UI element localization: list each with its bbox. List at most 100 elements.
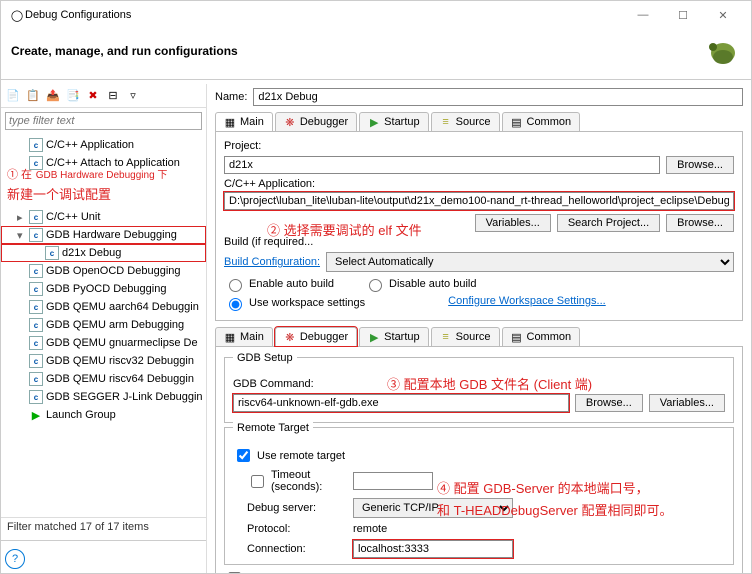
tree-item[interactable]: cGDB SEGGER J-Link Debuggin (1, 388, 206, 406)
tree-item-label: GDB QEMU riscv32 Debuggin (46, 355, 194, 367)
titlebar: ◯ Debug Configurations — ☐ ✕ (1, 1, 751, 29)
tree-item[interactable]: cC/C++ Application (1, 136, 206, 154)
tab-icon: ▤ (511, 116, 523, 128)
c-config-icon: c (45, 246, 59, 260)
enable-auto-radio[interactable]: Enable auto build (224, 276, 334, 292)
tree-item[interactable]: cGDB OpenOCD Debugging (1, 262, 206, 280)
tree-item-label: C/C++ Attach to Application (46, 157, 180, 169)
protocol-value: remote (353, 523, 725, 535)
app-browse-button[interactable]: Browse... (666, 214, 734, 232)
c-config-icon: c (29, 354, 43, 368)
tab-common[interactable]: ▤Common (502, 327, 581, 346)
tree-item[interactable]: cGDB QEMU arm Debugging (1, 316, 206, 334)
tab-startup[interactable]: ▶Startup (359, 327, 428, 346)
tree-item[interactable]: cd21x Debug (1, 244, 206, 262)
disable-auto-radio[interactable]: Disable auto build (364, 276, 476, 292)
tree-item[interactable]: cC/C++ Attach to Application (1, 154, 206, 172)
main-pane: Project: Browse... C/C++ Application: Va… (215, 132, 743, 321)
tree-item[interactable]: cGDB QEMU riscv32 Debuggin (1, 352, 206, 370)
timeout-check[interactable]: Timeout (seconds): (233, 469, 353, 493)
export-icon[interactable]: 📤 (45, 88, 61, 104)
duplicate-icon[interactable]: 📑 (65, 88, 81, 104)
tab-main[interactable]: ▦Main (215, 327, 273, 346)
collapse-icon[interactable]: ⊟ (105, 88, 121, 104)
use-remote-check[interactable]: Use remote target (233, 446, 725, 465)
tree-item-label: GDB OpenOCD Debugging (46, 265, 181, 277)
c-config-icon: c (29, 390, 43, 404)
tab-icon: ❋ (284, 331, 296, 343)
search-project-button[interactable]: Search Project... (557, 214, 660, 232)
delete-icon[interactable]: ✖ (85, 88, 101, 104)
c-config-icon: c (29, 282, 43, 296)
window-title: Debug Configurations (25, 9, 623, 21)
header-subtitle: Create, manage, and run configurations (11, 44, 693, 58)
build-req-label: Build (if required... (224, 236, 734, 248)
filter-input[interactable] (5, 112, 202, 130)
config-tree[interactable]: cC/C++ ApplicationcC/C++ Attach to Appli… (1, 134, 206, 517)
tab-icon: ▦ (224, 116, 236, 128)
c-config-icon: c (29, 264, 43, 278)
close-button[interactable]: ✕ (703, 9, 743, 22)
tab-debugger[interactable]: ❋Debugger (275, 327, 357, 346)
force-thread-check[interactable]: Force thread list update on suspend (224, 569, 734, 573)
tree-item[interactable]: cGDB QEMU gnuarmeclipse De (1, 334, 206, 352)
c-config-icon: c (29, 336, 43, 350)
connection-input[interactable] (353, 540, 513, 558)
debugger-pane: GDB Setup ③ 配置本地 GDB 文件名 (Client 端) GDB … (215, 347, 743, 573)
c-config-icon: c (29, 300, 43, 314)
help-button[interactable]: ? (5, 549, 25, 569)
tab-main[interactable]: ▦Main (215, 112, 273, 131)
c-config-icon: c (29, 138, 43, 152)
bug-icon (693, 35, 741, 67)
gdb-variables-button[interactable]: Variables... (649, 394, 725, 412)
tab-source[interactable]: ≡Source (431, 112, 500, 131)
maximize-button[interactable]: ☐ (663, 9, 703, 22)
tree-item[interactable]: ▾cGDB Hardware Debugging (1, 226, 206, 244)
tab-icon: ▶ (368, 116, 380, 128)
gdb-cmd-input[interactable] (233, 394, 569, 412)
name-input[interactable] (253, 88, 743, 106)
new-proto-icon[interactable]: 📋 (25, 88, 41, 104)
tree-item-label: GDB QEMU arm Debugging (46, 319, 184, 331)
tab-common[interactable]: ▤Common (502, 112, 581, 131)
use-ws-radio[interactable]: Use workspace settings (224, 295, 365, 311)
tabs-debugger: ▦Main❋Debugger▶Startup≡Source▤Common (215, 327, 743, 347)
tab-icon: ▤ (511, 331, 523, 343)
tabs-main: ▦Main❋Debugger▶Startup≡Source▤Common (215, 112, 743, 132)
tab-debugger[interactable]: ❋Debugger (275, 112, 357, 131)
gdb-browse-button[interactable]: Browse... (575, 394, 643, 412)
eclipse-icon: ◯ (9, 7, 25, 23)
c-config-icon: c (29, 318, 43, 332)
remote-target-group: Remote Target Use remote target Timeout … (224, 427, 734, 565)
tree-item-label: d21x Debug (62, 247, 121, 259)
remote-title: Remote Target (233, 422, 313, 434)
variables-button[interactable]: Variables... (475, 214, 551, 232)
filter-status: Filter matched 17 of 17 items (1, 517, 206, 536)
tree-item-label: GDB Hardware Debugging (46, 229, 177, 241)
tree-item[interactable]: ▶Launch Group (1, 406, 206, 424)
timeout-input[interactable] (353, 472, 433, 490)
tab-startup[interactable]: ▶Startup (359, 112, 428, 131)
build-config-select[interactable]: Select Automatically (326, 252, 734, 272)
gdb-setup-group: GDB Setup ③ 配置本地 GDB 文件名 (Client 端) GDB … (224, 357, 734, 423)
protocol-label: Protocol: (233, 523, 353, 535)
tree-item[interactable]: cGDB QEMU riscv64 Debuggin (1, 370, 206, 388)
tab-source[interactable]: ≡Source (431, 327, 500, 346)
c-config-icon: c (29, 228, 43, 242)
tree-item[interactable]: ▸cC/C++ Unit (1, 208, 206, 226)
launch-group-icon: ▶ (29, 408, 43, 422)
new-config-icon[interactable]: 📄 (5, 88, 21, 104)
project-input[interactable] (224, 156, 660, 174)
build-config-link[interactable]: Build Configuration: (224, 256, 320, 268)
tree-item-label: GDB SEGGER J-Link Debuggin (46, 391, 203, 403)
tree-item[interactable]: cGDB QEMU aarch64 Debuggin (1, 298, 206, 316)
app-input[interactable] (224, 192, 734, 210)
minimize-button[interactable]: — (623, 9, 663, 21)
filter-icon[interactable]: ▿ (125, 88, 141, 104)
tree-item[interactable]: cGDB PyOCD Debugging (1, 280, 206, 298)
header: Create, manage, and run configurations (1, 29, 751, 75)
debug-server-select[interactable]: Generic TCP/IP (353, 498, 513, 518)
left-toolbar: 📄 📋 📤 📑 ✖ ⊟ ▿ (1, 84, 206, 108)
project-browse-button[interactable]: Browse... (666, 156, 734, 174)
config-ws-link[interactable]: Configure Workspace Settings... (448, 295, 606, 311)
